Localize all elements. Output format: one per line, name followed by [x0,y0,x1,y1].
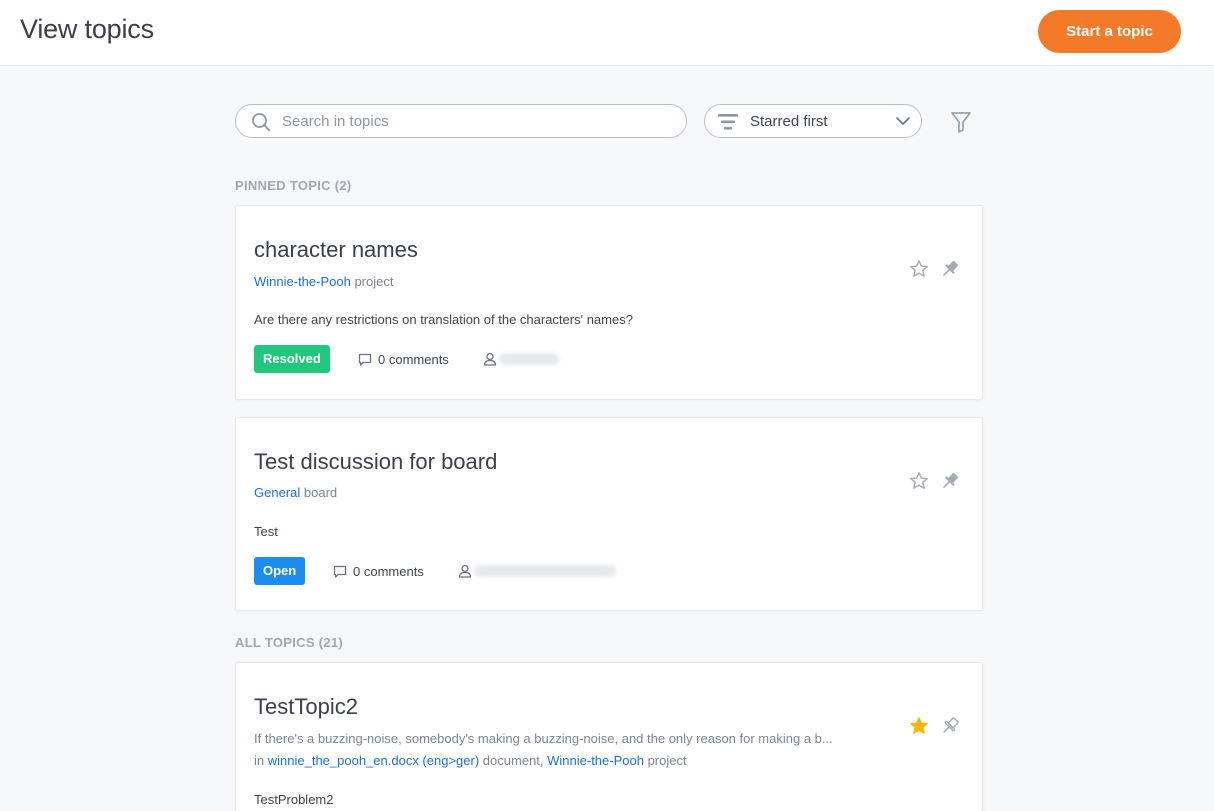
topic-body: Test [254,524,278,539]
comments-label: 0 comments [353,564,424,579]
document-type: document, [482,753,544,768]
topic-source: General board [254,485,337,500]
document-link[interactable]: winnie_the_pooh_en.docx (eng>ger) [268,753,479,768]
author [458,563,628,579]
star-icon[interactable] [909,259,929,279]
chevron-down-icon [896,117,910,125]
sort-select[interactable]: Starred first [704,104,922,138]
top-header: View topics Start a topic [0,0,1214,66]
topic-card[interactable]: character names Winnie-the-Pooh project … [235,205,983,400]
sort-selected-value: Starred first [750,113,828,130]
user-icon [458,564,472,578]
status-badge: Resolved [254,345,330,373]
user-icon [483,352,497,366]
page-title: View topics [20,14,154,44]
filter-icon[interactable] [950,110,972,134]
star-icon[interactable] [909,471,929,491]
board-link[interactable]: General [254,485,300,500]
topic-body: TestProblem2 [254,792,334,807]
pin-icon[interactable] [940,259,960,279]
author-name-redacted [474,565,616,577]
topic-source: Winnie-the-Pooh project [254,274,393,289]
sort-icon [718,114,738,130]
author [483,351,653,367]
pinned-section-label: PINNED TOPIC (2) [235,178,352,193]
project-link[interactable]: Winnie-the-Pooh [547,753,644,768]
search-box[interactable] [235,104,687,138]
comments-label: 0 comments [378,352,449,367]
pin-outline-icon[interactable] [940,716,960,736]
in-prefix: in [254,753,265,768]
all-topics-section-label: ALL TOPICS (21) [235,635,344,650]
start-topic-button[interactable]: Start a topic [1038,10,1181,53]
source-type: board [303,485,338,500]
topic-title[interactable]: character names [254,237,418,263]
status-badge: Open [254,557,306,585]
comment-icon [358,353,372,366]
topic-card[interactable]: Test discussion for board General board … [235,417,983,611]
comment-icon [333,565,347,578]
star-filled-icon[interactable] [909,716,929,736]
topic-excerpt: If there's a buzzing-noise, somebody's m… [254,731,833,746]
topic-card[interactable]: TestTopic2 If there's a buzzing-noise, s… [235,662,983,811]
topic-title[interactable]: TestTopic2 [254,694,358,720]
pin-icon[interactable] [940,471,960,491]
search-input[interactable] [282,105,672,137]
project-link[interactable]: Winnie-the-Pooh [254,274,351,289]
topic-body: Are there any restrictions on translatio… [254,312,633,327]
author-name-redacted [499,353,559,365]
search-icon [252,113,271,132]
topic-title[interactable]: Test discussion for board [254,449,497,475]
topic-source: in winnie_the_pooh_en.docx (eng>ger) doc… [254,753,687,768]
source-type: project [354,274,394,289]
project-type: project [647,753,687,768]
